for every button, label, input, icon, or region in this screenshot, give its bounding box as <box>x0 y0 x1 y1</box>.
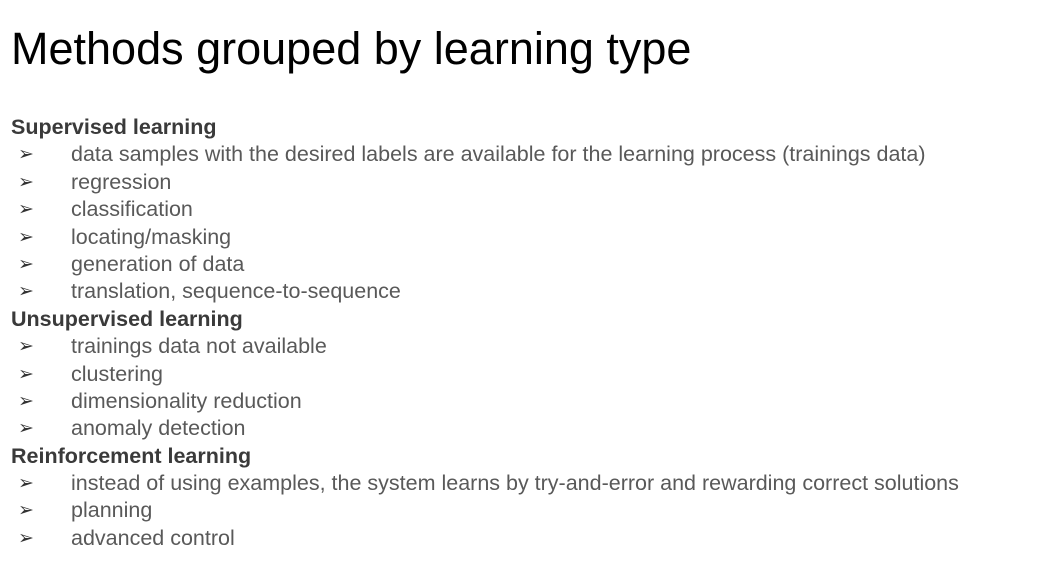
slide-content: Supervised learning ➢ data samples with … <box>11 114 1041 552</box>
bullet-list: ➢ trainings data not available ➢ cluster… <box>11 333 1041 443</box>
list-item: ➢ clustering <box>11 361 1041 388</box>
section-reinforcement-learning: Reinforcement learning ➢ instead of usin… <box>11 443 1041 553</box>
arrow-bullet-icon: ➢ <box>18 335 34 358</box>
arrow-bullet-icon: ➢ <box>18 417 34 440</box>
slide: Methods grouped by learning type Supervi… <box>0 0 1053 577</box>
list-item: ➢ translation, sequence-to-sequence <box>11 278 1041 305</box>
list-item-text: planning <box>71 498 153 523</box>
arrow-bullet-icon: ➢ <box>18 280 34 303</box>
bullet-list: ➢ instead of using examples, the system … <box>11 470 1041 552</box>
list-item: ➢ classification <box>11 196 1041 223</box>
arrow-bullet-icon: ➢ <box>18 362 34 385</box>
slide-title: Methods grouped by learning type <box>11 23 692 74</box>
section-unsupervised-learning: Unsupervised learning ➢ trainings data n… <box>11 306 1041 443</box>
list-item-text: advanced control <box>71 525 235 550</box>
arrow-bullet-icon: ➢ <box>18 198 34 221</box>
list-item: ➢ regression <box>11 169 1041 196</box>
list-item-text: dimensionality reduction <box>71 388 302 413</box>
arrow-bullet-icon: ➢ <box>18 389 34 412</box>
list-item: ➢ instead of using examples, the system … <box>11 470 1041 497</box>
section-heading: Reinforcement learning <box>11 443 252 468</box>
list-item-text: instead of using examples, the system le… <box>71 471 959 496</box>
list-item: ➢ planning <box>11 497 1041 524</box>
bullet-list: ➢ data samples with the desired labels a… <box>11 141 1041 305</box>
list-item-text: anomaly detection <box>71 416 246 441</box>
list-item: ➢ data samples with the desired labels a… <box>11 141 1041 168</box>
section-heading: Unsupervised learning <box>11 306 243 331</box>
arrow-bullet-icon: ➢ <box>18 225 34 248</box>
list-item-text: classification <box>71 197 193 222</box>
arrow-bullet-icon: ➢ <box>18 526 34 549</box>
section-supervised-learning: Supervised learning ➢ data samples with … <box>11 114 1041 306</box>
list-item-text: regression <box>71 169 172 194</box>
arrow-bullet-icon: ➢ <box>18 472 34 495</box>
list-item: ➢ anomaly detection <box>11 415 1041 442</box>
list-item-text: translation, sequence-to-sequence <box>71 279 401 304</box>
list-item-text: data samples with the desired labels are… <box>71 142 926 167</box>
list-item-text: trainings data not available <box>71 334 327 359</box>
list-item: ➢ locating/masking <box>11 224 1041 251</box>
list-item: ➢ generation of data <box>11 251 1041 278</box>
section-heading: Supervised learning <box>11 115 217 139</box>
arrow-bullet-icon: ➢ <box>18 499 34 522</box>
list-item: ➢ advanced control <box>11 525 1041 552</box>
list-item: ➢ trainings data not available <box>11 333 1041 360</box>
arrow-bullet-icon: ➢ <box>18 143 34 166</box>
list-item-text: locating/masking <box>71 224 232 249</box>
list-item-text: generation of data <box>71 251 245 276</box>
list-item-text: clustering <box>71 361 164 386</box>
list-item: ➢ dimensionality reduction <box>11 388 1041 415</box>
arrow-bullet-icon: ➢ <box>18 252 34 275</box>
arrow-bullet-icon: ➢ <box>18 170 34 193</box>
